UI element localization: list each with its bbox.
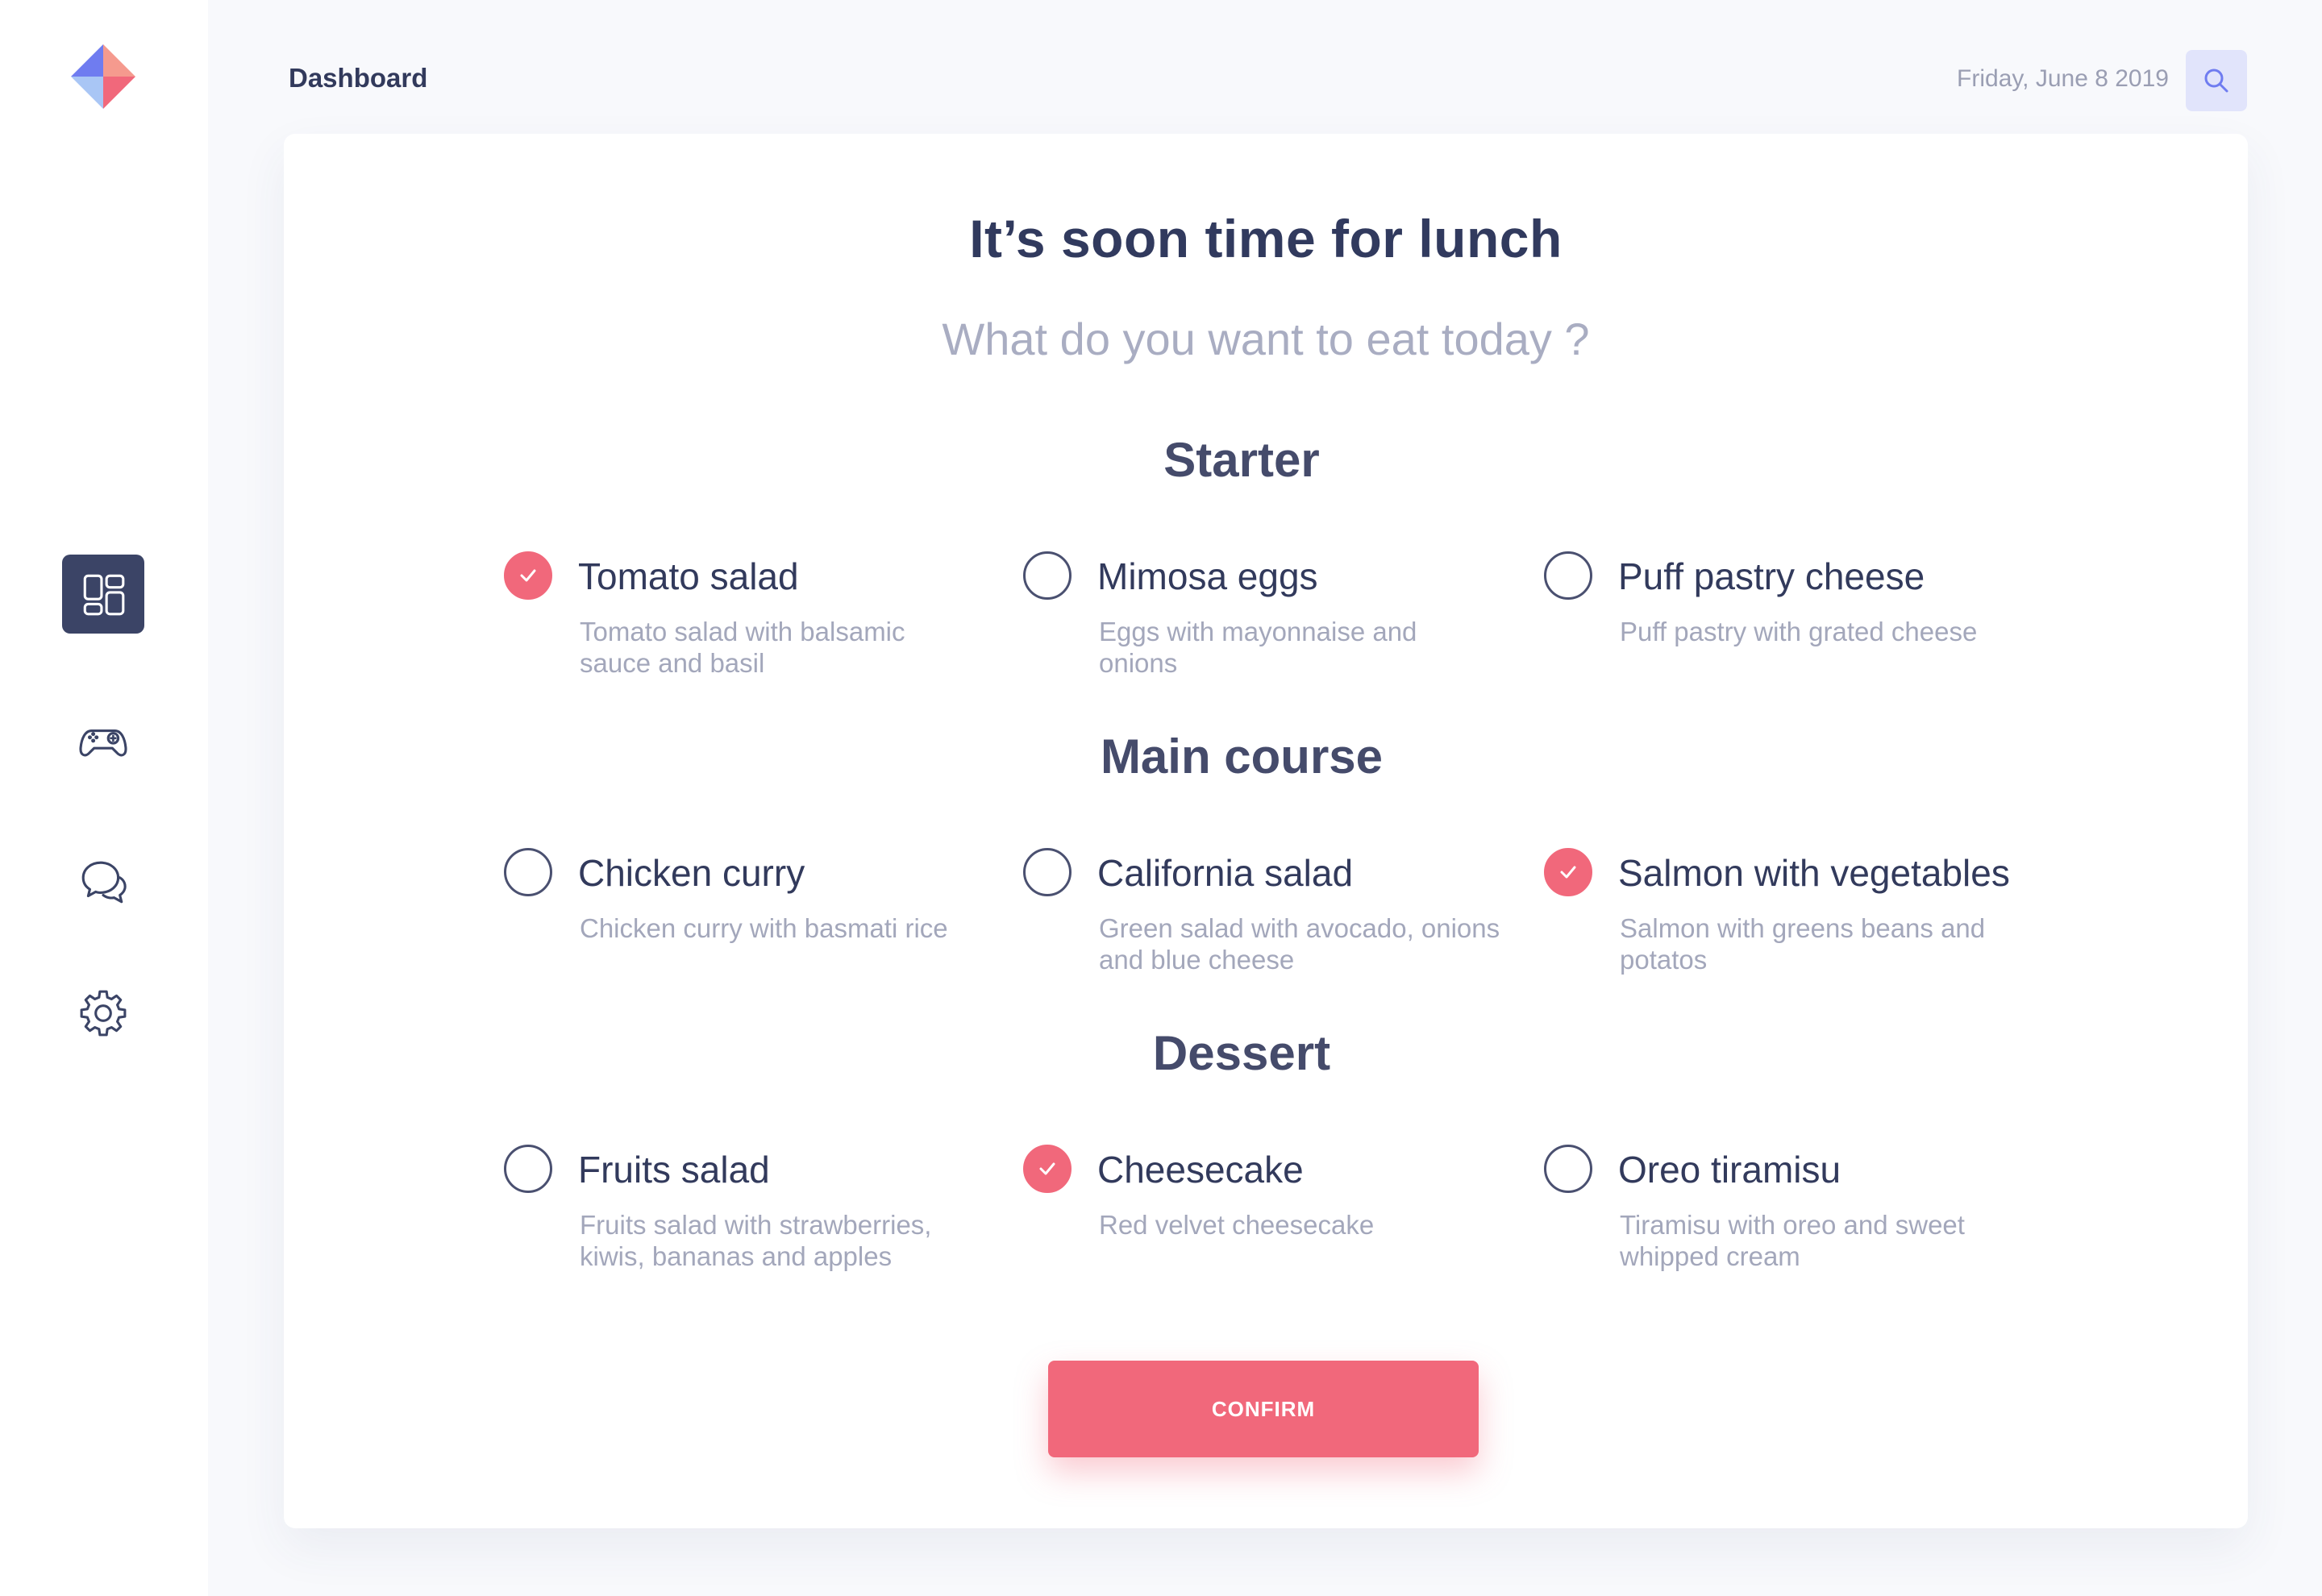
confirm-button[interactable]: CONFIRM [1048,1361,1479,1457]
option-name: Salmon with vegetables [1618,852,2010,894]
sidebar-item-dashboard[interactable] [62,555,144,634]
option-name: Cheesecake [1097,1149,1304,1191]
radio-unchecked[interactable] [1023,848,1072,896]
option-description: Tomato salad with balsamic sauce and bas… [580,617,905,678]
option-description: Red velvet cheesecake [1099,1210,1375,1240]
option-description: Chicken curry with basmati rice [580,913,948,943]
dashboard-icon [83,574,125,616]
sidebar-item-messages[interactable] [62,843,144,922]
option-description: Tiramisu with oreo and sweet whipped cre… [1620,1210,1965,1271]
logo-icon [71,44,135,109]
option-name: Fruits salad [578,1149,770,1191]
radio-checked[interactable] [1023,1145,1072,1193]
sidebar [0,0,208,1596]
radio-checked[interactable] [1544,848,1592,896]
radio-checked[interactable] [504,551,552,600]
section-title-dessert: Dessert [1152,1026,1331,1080]
option-name: Tomato salad [578,555,799,597]
option-name: Chicken curry [578,852,805,894]
app-root: Dashboard Friday, June 8 2019 It’s soon … [0,0,2322,1596]
checkmark-icon [520,569,536,582]
option-description: Salmon with greens beans and potatos [1620,913,1986,975]
section-title-starter: Starter [1163,433,1320,487]
checkmark-icon [1039,1162,1055,1175]
lunch-card: It’s soon time for lunch What do you wan… [284,134,2248,1528]
radio-unchecked[interactable] [504,1145,552,1193]
option-name: Puff pastry cheese [1618,555,1925,597]
option-name: California salad [1097,852,1354,894]
option-description: Green salad with avocado, onions and blu… [1099,913,1500,975]
header-date: Friday, June 8 2019 [1957,65,2169,92]
option-name: Mimosa eggs [1097,555,1318,597]
sidebar-item-games[interactable] [62,703,144,782]
search-button[interactable] [2186,50,2247,111]
option-description: Puff pastry with grated cheese [1620,617,1978,646]
option-description: Eggs with mayonnaise and onions [1099,617,1417,678]
search-icon [2204,69,2228,93]
chat-icon [81,861,127,904]
radio-unchecked[interactable] [504,848,552,896]
radio-unchecked[interactable] [1023,551,1072,600]
page-title: Dashboard [289,63,428,93]
radio-unchecked[interactable] [1544,1145,1592,1193]
radio-unchecked[interactable] [1544,551,1592,600]
gear-icon [80,990,127,1037]
card-title: It’s soon time for lunch [969,209,1563,268]
card-subtitle: What do you want to eat today ? [942,314,1590,364]
option-description: Fruits salad with strawberries, kiwis, b… [580,1210,932,1271]
gamepad-icon [79,729,127,757]
sidebar-item-settings[interactable] [62,974,144,1053]
section-title-main-course: Main course [1100,729,1384,783]
checkmark-icon [1560,866,1576,879]
option-name: Oreo tiramisu [1618,1149,1841,1191]
